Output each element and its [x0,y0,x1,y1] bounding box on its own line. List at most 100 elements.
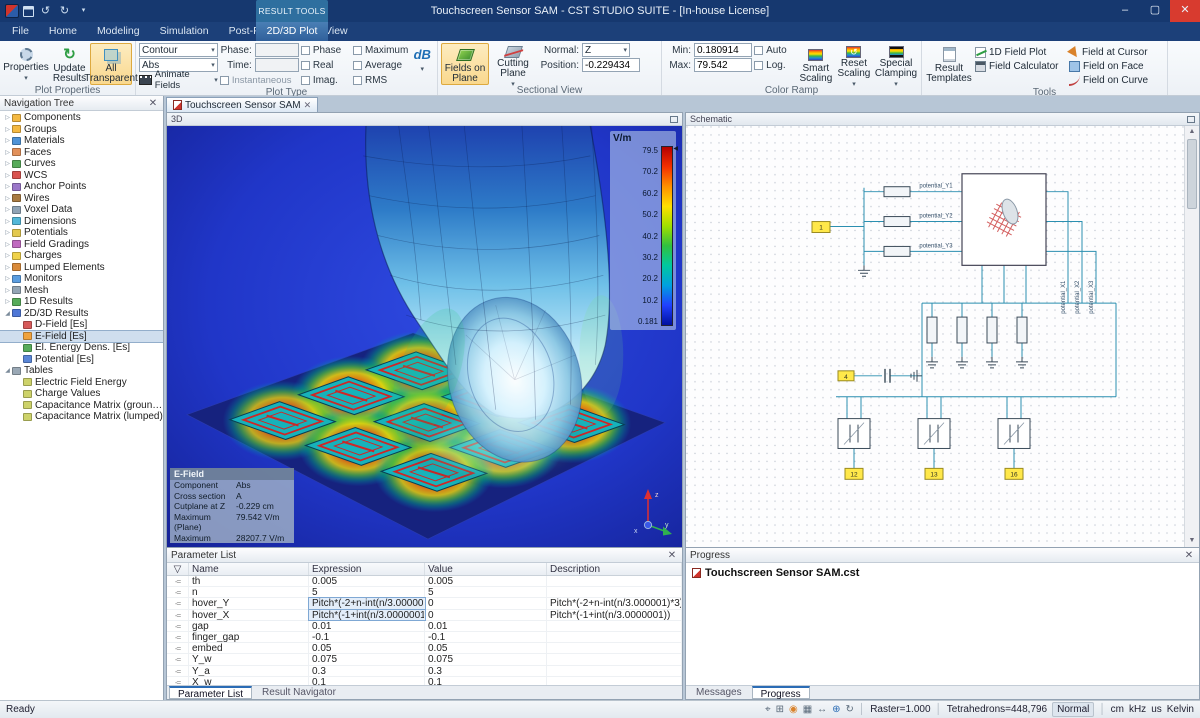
parameter-expression[interactable]: 0.05 [309,643,425,654]
col-description[interactable]: Description [547,563,682,575]
status-mode[interactable]: Normal [1052,702,1095,717]
pan-icon[interactable]: ↔ [817,704,827,715]
parameter-name[interactable]: Y_a [189,665,309,676]
parameter-value[interactable]: 0 [425,609,547,620]
log-checkbox[interactable] [754,60,764,70]
1d-field-plot-button[interactable]: 1D Field Plot [975,46,1067,59]
cutting-plane-button[interactable]: Cutting Plane ▾ [491,43,535,88]
parameter-row[interactable]: -= gap 0.01 0.01 [167,620,682,632]
tab-file[interactable]: File [2,22,39,41]
parameter-description[interactable] [547,665,682,676]
tree-expander[interactable]: ▷ [3,137,12,144]
parameter-name[interactable]: finger_gap [189,631,309,643]
zoom-icon[interactable]: ⊕ [832,704,840,715]
parameter-expression[interactable]: 0.075 [309,654,425,665]
tree-item[interactable]: ▷ Groups [0,124,163,136]
special-clamping-button[interactable]: Special Clamping ▾ [874,43,918,88]
tab-home[interactable]: Home [39,22,87,41]
phase-check-row[interactable]: Phase [300,43,351,57]
tree-item[interactable]: El. Energy Dens. [Es] [0,342,163,354]
time-input[interactable] [254,58,299,72]
field-on-curve-button[interactable]: Field on Curve [1069,74,1161,87]
tree-expander[interactable]: ▷ [3,183,12,190]
3d-viewport[interactable]: V/m 79.5 70.2 60.2 50.2 40.2 30.2 20.2 10.2 … [167,126,682,547]
tree-expander[interactable]: ▷ [3,241,12,248]
fields-on-plane-button[interactable]: Fields on Plane [441,43,489,85]
parameter-name[interactable]: th [189,576,309,587]
tree-expander[interactable]: ▷ [3,252,12,259]
unit-temperature[interactable]: Kelvin [1167,704,1194,715]
tree-item[interactable]: Capacitance Matrix (lumped) [0,411,163,423]
parameter-description[interactable] [547,654,682,665]
phase-checkbox2[interactable] [300,45,310,55]
parameter-value[interactable]: 0.05 [425,643,547,654]
pick-point-icon[interactable]: ⌖ [765,704,771,715]
maximum-checkbox[interactable] [352,45,362,55]
tree-expander[interactable]: ▷ [3,229,12,236]
schematic-canvas[interactable]: potential_Y1 potential_Y2 potential_Y3 p… [686,126,1184,547]
snap-grid-icon[interactable]: ⊞ [776,704,784,715]
parameter-description[interactable] [547,576,682,587]
parameter-row[interactable]: -= Y_a 0.3 0.3 [167,665,682,677]
parameter-row[interactable]: -= embed 0.05 0.05 [167,643,682,655]
tree-expander[interactable]: ▷ [3,149,12,156]
contour-select[interactable]: Contour ▾ [139,43,218,57]
tree-item[interactable]: ▷ Anchor Points [0,181,163,193]
parameter-expression[interactable]: 0.005 [309,576,425,587]
tree-item[interactable]: ▷ Charges [0,250,163,262]
axes-lock-icon[interactable]: ◉ [789,704,798,715]
scrollbar-thumb[interactable] [1187,139,1197,209]
parameter-value[interactable]: 0.1 [425,676,547,685]
tree-item[interactable]: ▷ WCS [0,170,163,182]
field-at-cursor-button[interactable]: Field at Cursor [1067,45,1161,60]
parameter-name[interactable]: X_w [189,676,309,685]
real-checkbox[interactable] [300,60,310,70]
tree-expander[interactable]: ▷ [3,126,12,133]
parameter-row[interactable]: -= n 5 5 [167,587,682,599]
parameter-name[interactable]: hover_Y [189,598,309,609]
close-button[interactable]: ✕ [1170,0,1200,22]
tree-expander[interactable]: ▷ [3,172,12,179]
rms-check-row[interactable]: RMS [352,73,409,87]
min-input[interactable] [694,43,752,57]
real-check-row[interactable]: Real [300,58,351,72]
tree-item[interactable]: ▷ Faces [0,147,163,159]
tab-simulation[interactable]: Simulation [150,22,219,41]
tree-item[interactable]: ◢ Tables [0,365,163,377]
maximum-check-row[interactable]: Maximum [352,43,409,57]
tab-close-icon[interactable]: ✕ [304,100,312,111]
redo-icon[interactable]: ↻ [57,4,72,18]
parameter-value[interactable]: 0.3 [425,665,547,676]
tree-expander[interactable]: ▷ [3,264,12,271]
tree-item[interactable]: ▷ 1D Results [0,296,163,308]
tree-item[interactable]: ◢ 2D/3D Results [0,308,163,320]
tree-item[interactable]: ▷ Materials [0,135,163,147]
schematic-scrollbar[interactable]: ▲ ▼ [1184,126,1199,547]
tree-item[interactable]: E-Field [Es] [0,329,163,343]
tree-expander[interactable]: ◢ [3,310,12,317]
tree-item[interactable]: ▷ Wires [0,193,163,205]
average-checkbox[interactable] [352,60,362,70]
parameter-row[interactable]: -= finger_gap -0.1 -0.1 [167,631,682,644]
reset-scaling-button[interactable]: Reset Scaling▾ [836,43,872,88]
filter-icon[interactable]: ▽ [167,563,189,575]
scroll-down-icon[interactable]: ▼ [1185,535,1199,547]
col-name[interactable]: Name [189,563,309,575]
field-on-face-button[interactable]: Field on Face [1069,60,1161,73]
animate-fields-button[interactable]: Animate Fields ▾ [139,69,218,91]
tree-item[interactable]: Charge Values [0,388,163,400]
tab-result-navigator[interactable]: Result Navigator [254,686,344,699]
restore-window-icon[interactable] [670,115,678,123]
tree-expander[interactable]: ▷ [3,206,12,213]
parameter-name[interactable]: hover_X [189,609,309,620]
parameter-value[interactable]: 0.005 [425,576,547,587]
tree-expander[interactable]: ▷ [3,218,12,225]
tab-modeling[interactable]: Modeling [87,22,150,41]
parameter-expression[interactable]: 0.01 [309,620,425,631]
imag-checkbox[interactable] [300,75,310,85]
log-check-row[interactable]: Log. [754,58,796,72]
smart-scaling-button[interactable]: Smart Scaling [798,43,834,85]
parameter-expression[interactable]: 0.1 [309,676,425,685]
tree-expander[interactable]: ▷ [3,160,12,167]
tab-progress[interactable]: Progress [751,686,810,700]
